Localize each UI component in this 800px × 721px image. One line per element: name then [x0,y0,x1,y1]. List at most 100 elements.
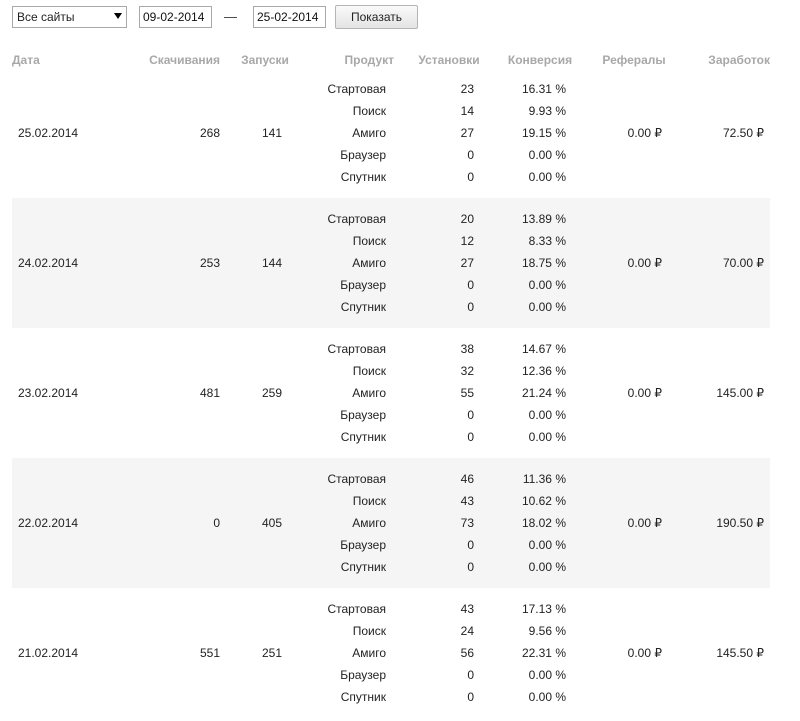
product-installs: 55 [460,386,474,400]
table-row: 24.02.2014 253 144 0.00 ₽ 70.00 ₽ Стартовая 20… [12,198,770,328]
product-name: Амиго [352,646,386,660]
row-launches: 144 [261,256,282,270]
product-name: Спутник [340,170,386,184]
table-header: Дата Скачивания Запуски Продукт Установк… [0,50,800,70]
row-date: 23.02.2014 [18,386,79,400]
product-conversion: 13.89 % [521,212,566,226]
table-row: 21.02.2014 551 251 0.00 ₽ 145.50 ₽ Стартовая 4… [12,588,770,718]
row-downloads: 551 [199,646,220,660]
product-installs: 0 [467,690,474,704]
product-name: Поиск [352,234,386,248]
row-date: 25.02.2014 [18,126,79,140]
product-name: Браузер [340,148,386,162]
product-installs: 27 [460,126,474,140]
product-conversion: 0.00 % [528,430,566,444]
row-earnings: 70.00 ₽ [723,256,764,270]
row-launches: 259 [261,386,282,400]
product-installs: 56 [460,646,474,660]
product-installs: 46 [460,472,474,486]
product-conversion: 19.15 % [521,126,566,140]
product-name: Поиск [352,364,386,378]
row-downloads: 481 [199,386,220,400]
product-name: Стартовая [327,602,386,616]
product-conversion: 11.36 % [522,472,566,486]
site-select-value: Все сайты [17,10,75,24]
product-name: Спутник [340,300,386,314]
site-select[interactable]: Все сайты [12,6,127,28]
product-conversion: 0.00 % [528,170,566,184]
dropdown-arrow-icon [114,13,122,19]
product-installs: 20 [460,212,474,226]
product-conversion: 22.31 % [521,646,566,660]
product-installs: 0 [467,300,474,314]
row-referrals: 0.00 ₽ [627,126,662,140]
product-conversion: 10.62 % [521,494,566,508]
product-name: Амиго [352,126,386,140]
product-installs: 23 [460,82,474,96]
header-installs: Установки [418,53,480,67]
product-conversion: 21.24 % [521,386,566,400]
table-row: 22.02.2014 0 405 0.00 ₽ 190.50 ₽ Стартовая 46 1… [12,458,770,588]
product-conversion: 18.02 % [521,516,566,530]
product-installs: 73 [460,516,474,530]
product-installs: 0 [467,538,474,552]
product-installs: 0 [467,430,474,444]
product-installs: 43 [460,602,474,616]
table-row: 23.02.2014 481 259 0.00 ₽ 145.00 ₽ Стартовая 3… [12,328,770,458]
header-conversion: Конверсия [507,53,573,67]
date-separator: — [224,9,237,24]
row-earnings: 145.50 ₽ [716,646,764,660]
product-installs: 12 [460,234,474,248]
product-conversion: 14.67 % [521,342,566,356]
product-conversion: 0.00 % [528,560,566,574]
row-referrals: 0.00 ₽ [627,256,662,270]
header-downloads: Скачивания [149,53,220,67]
row-launches: 251 [261,646,282,660]
row-referrals: 0.00 ₽ [627,516,662,530]
row-earnings: 72.50 ₽ [723,126,764,140]
product-name: Браузер [340,668,386,682]
date-to-input[interactable] [253,6,326,28]
header-date: Дата [12,53,40,67]
product-conversion: 12.36 % [521,364,566,378]
table-row: 25.02.2014 268 141 0.00 ₽ 72.50 ₽ Стартовая 23… [12,68,770,198]
row-date: 24.02.2014 [18,256,79,270]
row-launches: 141 [261,126,282,140]
product-conversion: 0.00 % [528,408,566,422]
product-name: Поиск [352,624,386,638]
product-name: Амиго [352,256,386,270]
row-referrals: 0.00 ₽ [627,386,662,400]
product-conversion: 8.33 % [528,234,566,248]
product-name: Поиск [352,494,386,508]
product-name: Стартовая [327,82,386,96]
row-earnings: 145.00 ₽ [716,386,764,400]
product-installs: 43 [460,494,474,508]
product-name: Спутник [340,430,386,444]
product-name: Спутник [340,690,386,704]
filter-toolbar: Все сайты — Показать [0,0,800,36]
product-name: Стартовая [327,212,386,226]
product-conversion: 17.13 % [521,602,566,616]
show-button[interactable]: Показать [335,5,418,29]
product-conversion: 0.00 % [528,668,566,682]
header-launches: Запуски [241,53,289,67]
product-name: Амиго [352,386,386,400]
header-earnings: Заработок [708,53,770,67]
header-referrals: Рефералы [602,53,666,67]
product-installs: 27 [460,256,474,270]
product-installs: 0 [467,170,474,184]
date-from-input[interactable] [139,6,212,28]
product-name: Браузер [340,408,386,422]
product-installs: 0 [467,278,474,292]
row-earnings: 190.50 ₽ [716,516,764,530]
product-installs: 0 [467,148,474,162]
product-conversion: 16.31 % [521,82,566,96]
product-conversion: 0.00 % [528,278,566,292]
row-downloads: 268 [199,126,220,140]
product-name: Амиго [352,516,386,530]
product-name: Браузер [340,538,386,552]
product-installs: 0 [467,668,474,682]
product-name: Стартовая [327,342,386,356]
row-downloads: 253 [199,256,220,270]
row-date: 22.02.2014 [18,516,79,530]
